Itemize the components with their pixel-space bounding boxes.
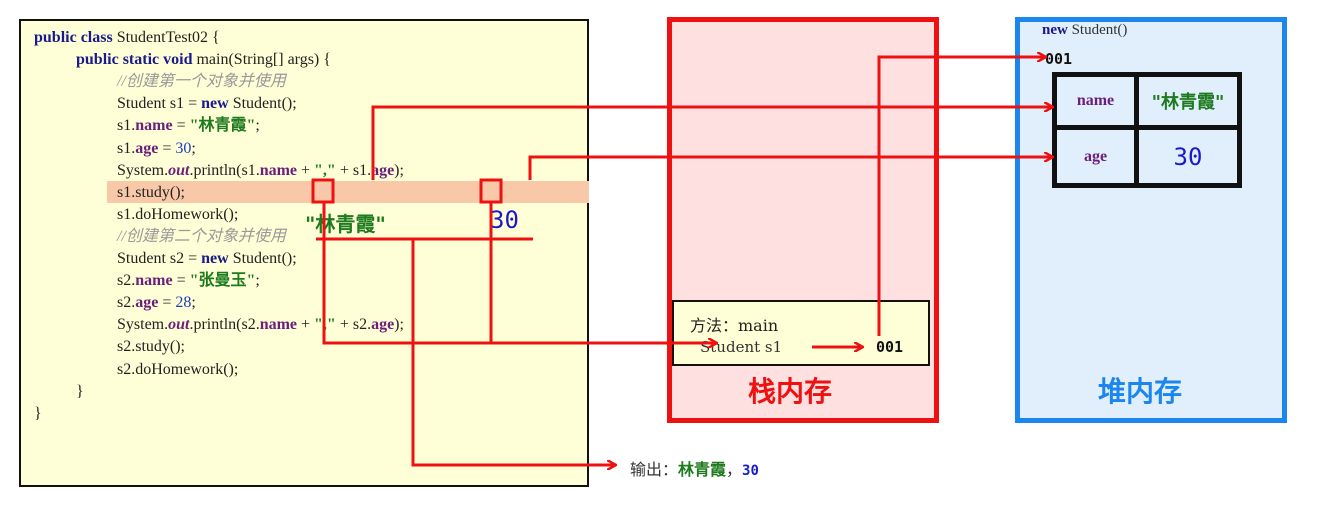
s1-box-name	[311, 178, 335, 204]
arrow-to-age-field	[528, 157, 1052, 180]
arrow-ref-to-heap	[877, 57, 1045, 336]
s1-box-age	[479, 178, 503, 204]
arrow-to-name-field	[371, 107, 1052, 180]
arrow-s1-to-stack	[322, 202, 716, 343]
arrow-to-output	[411, 239, 615, 465]
arrow-overlay	[311, 0, 1330, 506]
